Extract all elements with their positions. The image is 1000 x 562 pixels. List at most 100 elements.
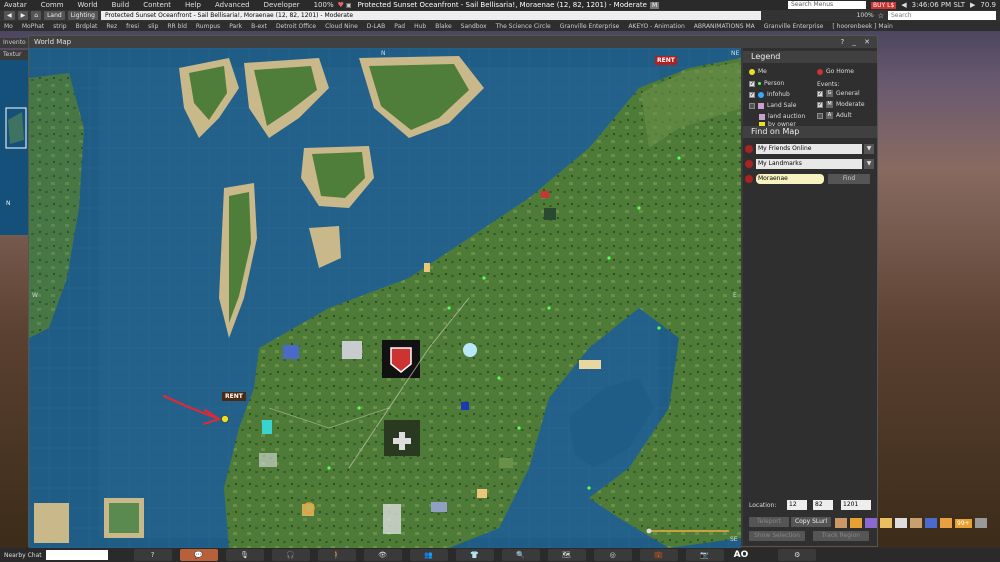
go-home-button[interactable]: Go Home xyxy=(817,68,854,75)
teleport-button[interactable]: Teleport xyxy=(749,517,789,527)
track-region-button[interactable]: Track Region xyxy=(813,531,869,541)
mini-map[interactable]: N xyxy=(0,60,30,235)
volume-icon[interactable]: ◀ xyxy=(901,1,906,9)
notification-icon[interactable] xyxy=(865,518,877,528)
landmarks-dropdown[interactable]: My Landmarks xyxy=(756,159,862,169)
favorite-item[interactable]: fresi xyxy=(126,23,139,30)
voice-button[interactable]: 🎧 xyxy=(271,549,310,561)
favorite-item[interactable]: Pad xyxy=(394,23,405,30)
notification-icon[interactable] xyxy=(895,518,907,528)
inventory-button[interactable]: 💼 xyxy=(639,549,678,561)
favorite-item[interactable]: Mo xyxy=(4,23,13,30)
friend-icon xyxy=(745,145,753,153)
chevron-down-icon[interactable]: ▼ xyxy=(864,159,874,169)
favorite-item[interactable]: B-ext xyxy=(251,23,267,30)
location-x-input[interactable]: 12 xyxy=(787,500,807,510)
favorite-item[interactable]: slip xyxy=(148,23,158,30)
favorite-item[interactable]: Blake xyxy=(435,23,451,30)
favorite-item[interactable]: Rez xyxy=(106,23,117,30)
infohub-checkbox[interactable]: ✓ xyxy=(749,91,755,98)
bottom-toolbar: Nearby Chat ? 💬 🎙 🎧 🚶 👁 👥 👕 🔍 🗺 ◎ 💼 📷 AO… xyxy=(0,548,1000,562)
menu-content[interactable]: Content xyxy=(143,1,171,9)
moderate-checkbox[interactable]: ✓ xyxy=(817,101,823,108)
favorite-item[interactable]: strip xyxy=(53,23,66,30)
notification-icon[interactable] xyxy=(925,518,937,528)
location-z-input[interactable]: 1201 xyxy=(841,500,871,510)
copy-slurl-button[interactable]: Copy SLurl xyxy=(791,517,831,527)
media-icon[interactable]: ▶ xyxy=(970,1,975,9)
menu-build[interactable]: Build xyxy=(112,1,130,9)
notification-icon[interactable] xyxy=(835,518,847,528)
speak-button[interactable]: 🎙 xyxy=(225,549,264,561)
land-sale-checkbox[interactable] xyxy=(749,102,755,109)
favorite-item[interactable]: MoPhat xyxy=(22,23,44,30)
view-button[interactable]: 👁 xyxy=(363,549,402,561)
notification-icon[interactable] xyxy=(910,518,922,528)
menu-advanced[interactable]: Advanced xyxy=(215,1,250,9)
favorite-item[interactable]: AKEYO - Animation xyxy=(628,23,684,30)
menu-developer[interactable]: Developer xyxy=(264,1,300,9)
window-controls[interactable]: ? _ ✕ xyxy=(840,36,873,48)
location-y-input[interactable]: 82 xyxy=(813,500,833,510)
map-button[interactable]: 🗺 xyxy=(547,549,586,561)
favorite-item[interactable]: Brdplat xyxy=(76,23,98,30)
general-checkbox[interactable]: ✓ xyxy=(817,90,823,97)
textures-tab[interactable]: Textur xyxy=(0,50,30,60)
favorite-item[interactable]: Rumpus xyxy=(196,23,220,30)
region-search-input[interactable]: Moraenae xyxy=(756,174,824,184)
friends-dropdown[interactable]: My Friends Online xyxy=(756,144,862,154)
person-checkbox[interactable]: ✓ xyxy=(749,80,755,87)
favorite-item[interactable]: The Science Circle xyxy=(496,23,551,30)
radar-button[interactable]: ◎ xyxy=(593,549,632,561)
help-button[interactable]: ? xyxy=(133,549,172,561)
favorite-item[interactable]: Detroit Office xyxy=(276,23,316,30)
location-input[interactable]: Protected Sunset Oceanfront - Sail Belli… xyxy=(100,11,761,20)
star-icon[interactable]: ☆ xyxy=(878,12,884,20)
adult-checkbox[interactable] xyxy=(817,112,823,119)
buy-lindens-button[interactable]: BUY L$ xyxy=(871,1,897,9)
settings-button[interactable]: ⚙ xyxy=(778,549,817,561)
favorite-item[interactable]: Cloud Nine xyxy=(325,23,358,30)
back-button[interactable]: ◀ xyxy=(4,11,15,20)
lighting-button[interactable]: Lighting xyxy=(67,11,98,20)
favorite-item[interactable]: RR bld xyxy=(167,23,187,30)
menu-world[interactable]: World xyxy=(78,1,98,9)
menu-comm[interactable]: Comm xyxy=(41,1,64,9)
show-selection-button[interactable]: Show Selection xyxy=(749,531,805,541)
chat-button[interactable]: 💬 xyxy=(179,549,218,561)
favorite-item[interactable]: Granville Enterprise xyxy=(764,23,824,30)
favorite-item[interactable]: ABRANIMATIONS MA xyxy=(694,23,755,30)
notification-icon[interactable] xyxy=(974,518,987,528)
chat-input[interactable] xyxy=(45,550,108,560)
notification-icon[interactable] xyxy=(940,518,952,528)
menu-help[interactable]: Help xyxy=(185,1,201,9)
favorite-item[interactable]: Sandbox xyxy=(461,23,487,30)
inventory-tab[interactable]: Invento xyxy=(0,38,30,48)
map-canvas[interactable]: RENT RENT N NE W E SE xyxy=(29,48,741,548)
favorite-item[interactable]: [ hoorenbeek ] Main xyxy=(832,23,892,30)
notification-count-badge[interactable]: 99+ xyxy=(955,518,972,528)
chevron-down-icon[interactable]: ▼ xyxy=(864,144,874,154)
favorite-item[interactable]: Hub xyxy=(414,23,426,30)
move-button[interactable]: 🚶 xyxy=(317,549,356,561)
people-button[interactable]: 👥 xyxy=(409,549,448,561)
search-input[interactable]: Search xyxy=(888,11,996,20)
infohub-icon xyxy=(758,91,764,98)
forward-button[interactable]: ▶ xyxy=(17,11,29,20)
ao-button[interactable]: AO xyxy=(734,550,749,560)
notification-icon[interactable] xyxy=(880,518,892,528)
world-map-window[interactable]: World Map ? _ ✕ RENT RENT N NE W E SE Le… xyxy=(28,35,878,548)
menu-avatar[interactable]: Avatar xyxy=(4,1,27,9)
notification-icon[interactable] xyxy=(850,518,862,528)
favorite-item[interactable]: Park xyxy=(229,23,242,30)
favorite-item[interactable]: D-LAB xyxy=(367,23,386,30)
search-button[interactable]: 🔍 xyxy=(501,549,540,561)
lock-icon: ▣ xyxy=(345,1,352,9)
land-button[interactable]: Land xyxy=(44,11,65,20)
search-menus-input[interactable]: Search Menus xyxy=(788,1,867,9)
appearance-button[interactable]: 👕 xyxy=(455,549,494,561)
find-button[interactable]: Find xyxy=(828,174,870,184)
home-button[interactable]: ⌂ xyxy=(31,11,42,20)
favorite-item[interactable]: Granville Enterprise xyxy=(560,23,620,30)
snapshot-button[interactable]: 📷 xyxy=(685,549,724,561)
